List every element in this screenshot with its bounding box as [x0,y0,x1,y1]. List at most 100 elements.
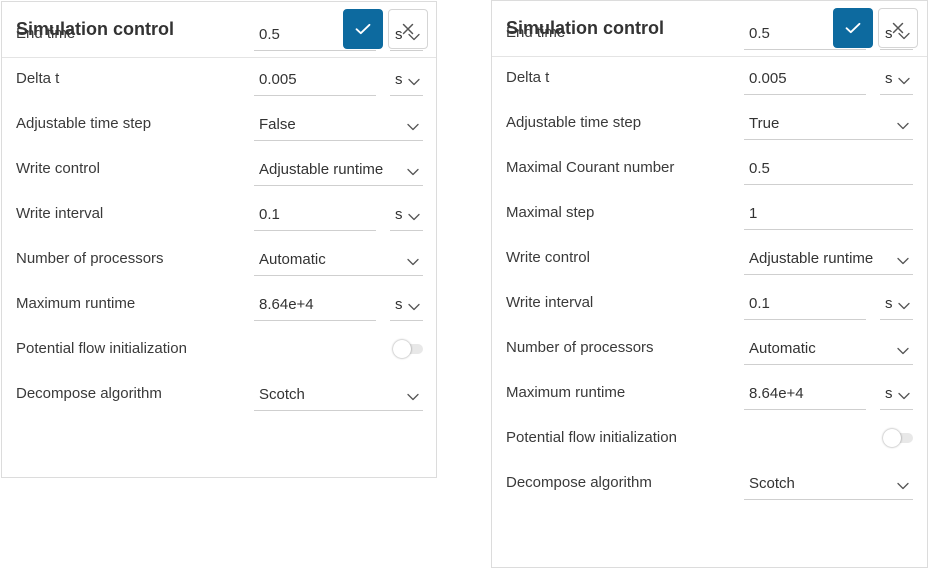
chevron-down-icon [897,477,909,490]
setting-label: End time [16,25,76,42]
end-time-unit-select[interactable]: s [880,14,913,50]
unit-value: s [885,70,893,87]
unit-value: s [395,206,403,223]
setting-row-number-of-processors: Number of processors Automatic [2,236,436,281]
unit-value: s [395,71,403,88]
setting-row-end-time: End time 0.5 s [492,10,927,55]
setting-label: Potential flow initialization [16,340,187,357]
setting-row-delta-t: Delta t 0.005 s [2,56,436,101]
end-time-input[interactable]: 0.5 [744,14,866,50]
toggle-knob [393,340,411,358]
field-value: 0.1 [749,295,770,312]
potential-flow-initialization-toggle[interactable] [883,429,913,447]
setting-row-write-control: Write control Adjustable runtime [2,146,436,191]
unit-value: s [395,296,403,313]
simulation-control-panel-left: Simulation control End time 0.5 s Delta t 0.… [1,1,437,478]
number-of-processors-select[interactable]: Automatic [254,240,423,276]
setting-label: Maximal Courant number [506,159,675,176]
setting-label: Write interval [16,205,104,222]
field-value: 0.1 [259,206,280,223]
field-value: 0.5 [749,160,770,177]
delta-t-unit-select[interactable]: s [390,60,423,96]
adjustable-time-step-select[interactable]: True [744,104,913,140]
field-value: 8.64e+4 [259,296,314,313]
field-value: Automatic [259,251,326,268]
unit-value: s [885,295,893,312]
setting-row-write-control: Write control Adjustable runtime [492,235,927,280]
write-control-select[interactable]: Adjustable runtime [254,150,423,186]
maximal-step-input[interactable]: 1 [744,194,913,230]
maximum-runtime-input[interactable]: 8.64e+4 [254,285,376,321]
potential-flow-initialization-toggle[interactable] [393,340,423,358]
setting-label: Number of processors [16,250,164,267]
setting-row-maximum-runtime: Maximum runtime 8.64e+4 s [492,370,927,415]
field-value: Adjustable runtime [749,250,874,267]
end-time-input[interactable]: 0.5 [254,15,376,51]
field-value: True [749,115,780,132]
field-value: Adjustable runtime [259,161,384,178]
chevron-down-icon [408,28,420,41]
setting-row-number-of-processors: Number of processors Automatic [492,325,927,370]
chevron-down-icon [898,297,910,310]
setting-label: Maximum runtime [506,384,626,401]
setting-label: Write interval [506,294,594,311]
maximal-courant-number-input[interactable]: 0.5 [744,149,913,185]
field-value: Scotch [749,475,795,492]
setting-row-maximal-step: Maximal step 1 [492,190,927,235]
setting-row-adjustable-time-step: Adjustable time step True [492,100,927,145]
write-interval-input[interactable]: 0.1 [744,284,866,320]
setting-label: Maximal step [506,204,595,221]
write-interval-unit-select[interactable]: s [880,284,913,320]
setting-label: Number of processors [506,339,654,356]
setting-row-maximum-runtime: Maximum runtime 8.64e+4 s [2,281,436,326]
delta-t-input[interactable]: 0.005 [254,60,376,96]
maximum-runtime-input[interactable]: 8.64e+4 [744,374,866,410]
field-value: False [259,116,296,133]
field-value: 0.005 [749,70,787,87]
setting-row-potential-flow-initialization: Potential flow initialization [2,326,436,371]
unit-value: s [395,26,403,43]
chevron-down-icon [897,342,909,355]
setting-row-write-interval: Write interval 0.1 s [492,280,927,325]
field-value: Scotch [259,386,305,403]
setting-row-maximal-courant-number: Maximal Courant number 0.5 [492,145,927,190]
setting-label: Adjustable time step [16,115,152,132]
setting-row-decompose-algorithm: Decompose algorithm Scotch [2,371,436,416]
write-interval-input[interactable]: 0.1 [254,195,376,231]
setting-row-write-interval: Write interval 0.1 s [2,191,436,236]
setting-label: Decompose algorithm [16,385,162,402]
field-value: 0.005 [259,71,297,88]
setting-label: Adjustable time step [506,114,642,131]
setting-label: Write control [506,249,590,266]
setting-label: Maximum runtime [16,295,136,312]
simulation-control-panel-right: Simulation control End time 0.5 s Delta t 0.… [491,0,928,568]
end-time-unit-select[interactable]: s [390,15,423,51]
setting-row-adjustable-time-step: Adjustable time step False [2,101,436,146]
field-value: 0.5 [259,26,280,43]
delta-t-input[interactable]: 0.005 [744,59,866,95]
setting-label: Delta t [16,70,60,87]
chevron-down-icon [898,72,910,85]
field-value: Automatic [749,340,816,357]
number-of-processors-select[interactable]: Automatic [744,329,913,365]
setting-row-end-time: End time 0.5 s [2,11,436,56]
setting-row-potential-flow-initialization: Potential flow initialization [492,415,927,460]
maximum-runtime-unit-select[interactable]: s [880,374,913,410]
unit-value: s [885,25,893,42]
chevron-down-icon [408,298,420,311]
toggle-knob [883,429,901,447]
setting-row-delta-t: Delta t 0.005 s [492,55,927,100]
chevron-down-icon [897,252,909,265]
decompose-algorithm-select[interactable]: Scotch [254,375,423,411]
write-control-select[interactable]: Adjustable runtime [744,239,913,275]
write-interval-unit-select[interactable]: s [390,195,423,231]
setting-label: Potential flow initialization [506,429,677,446]
field-value: 0.5 [749,25,770,42]
chevron-down-icon [898,27,910,40]
adjustable-time-step-select[interactable]: False [254,105,423,141]
maximum-runtime-unit-select[interactable]: s [390,285,423,321]
chevron-down-icon [408,73,420,86]
delta-t-unit-select[interactable]: s [880,59,913,95]
chevron-down-icon [407,253,419,266]
decompose-algorithm-select[interactable]: Scotch [744,464,913,500]
